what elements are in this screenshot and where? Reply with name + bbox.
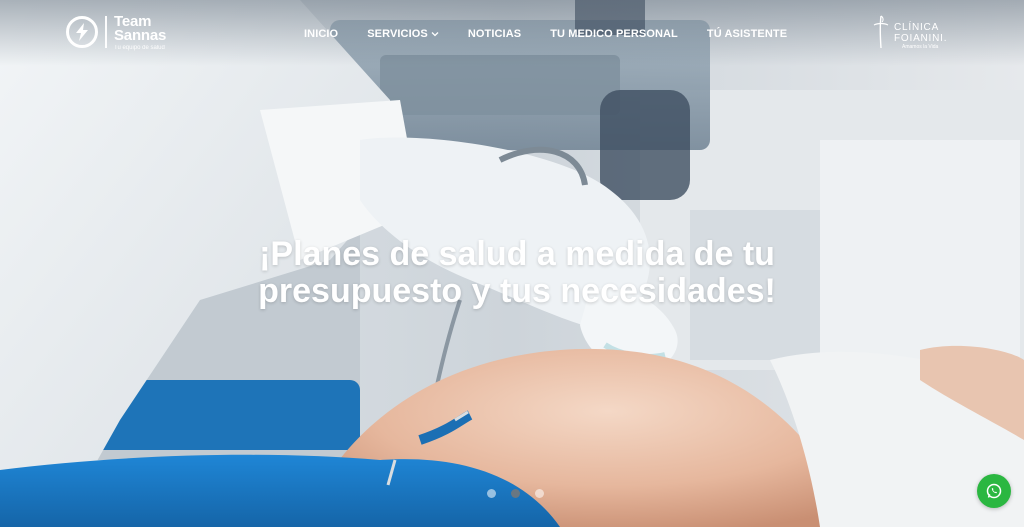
slider-dot-1[interactable]: [487, 489, 496, 498]
nav-item-servicios[interactable]: SERVICIOS: [367, 28, 439, 40]
main-navigation: INICIO SERVICIOS NOTICIAS TU MEDICO PERS…: [304, 24, 787, 44]
nav-item-tu-asistente[interactable]: TÚ ASISTENTE: [707, 28, 787, 40]
nav-item-label: INICIO: [304, 28, 339, 40]
partner-name-line2: FOIANINI.: [894, 33, 948, 44]
team-sannas-logo[interactable]: Team Sannas Tu equipo de salud: [66, 14, 166, 51]
whatsapp-chat-button[interactable]: [977, 474, 1011, 508]
nav-item-label: TU MEDICO PERSONAL: [550, 28, 678, 40]
nav-item-noticias[interactable]: NOTICIAS: [468, 28, 521, 40]
nav-item-label: TÚ ASISTENTE: [706, 28, 788, 40]
slider-pagination: [487, 489, 559, 498]
logo-divider: [105, 16, 107, 48]
lightning-bolt-circle-icon: [66, 16, 98, 48]
partner-name-line1: CLÍNICA: [894, 22, 940, 33]
slider-dot-2[interactable]: [511, 489, 520, 498]
chevron-down-icon: [431, 32, 439, 37]
cross-icon: [873, 15, 889, 49]
nav-item-label: NOTICIAS: [467, 28, 522, 40]
whatsapp-icon: [986, 483, 1002, 499]
hero-headline-line2: presupuesto y tus necesidades!: [258, 272, 776, 310]
slider-dot-3[interactable]: [535, 489, 544, 498]
hero-slider: Team Sannas Tu equipo de salud INICIO SE…: [0, 0, 1024, 527]
nav-item-tu-medico-personal[interactable]: TU MEDICO PERSONAL: [550, 28, 678, 40]
hero-headline-line1: ¡Planes de salud a medida de tu: [259, 235, 775, 273]
partner-slogan: Amamos la Vida: [902, 44, 939, 50]
nav-item-label: SERVICIOS: [367, 28, 428, 40]
hero-headline: ¡Planes de salud a medida de tu presupue…: [200, 236, 834, 310]
brand-name-line2: Sannas: [114, 26, 167, 44]
brand-wordmark: Team Sannas Tu equipo de salud: [114, 14, 166, 51]
nav-item-inicio[interactable]: INICIO: [304, 28, 338, 40]
clinica-foianini-logo[interactable]: CLÍNICA FOIANINI. Amamos la Vida: [872, 14, 962, 52]
brand-tagline: Tu equipo de salud: [114, 44, 165, 51]
